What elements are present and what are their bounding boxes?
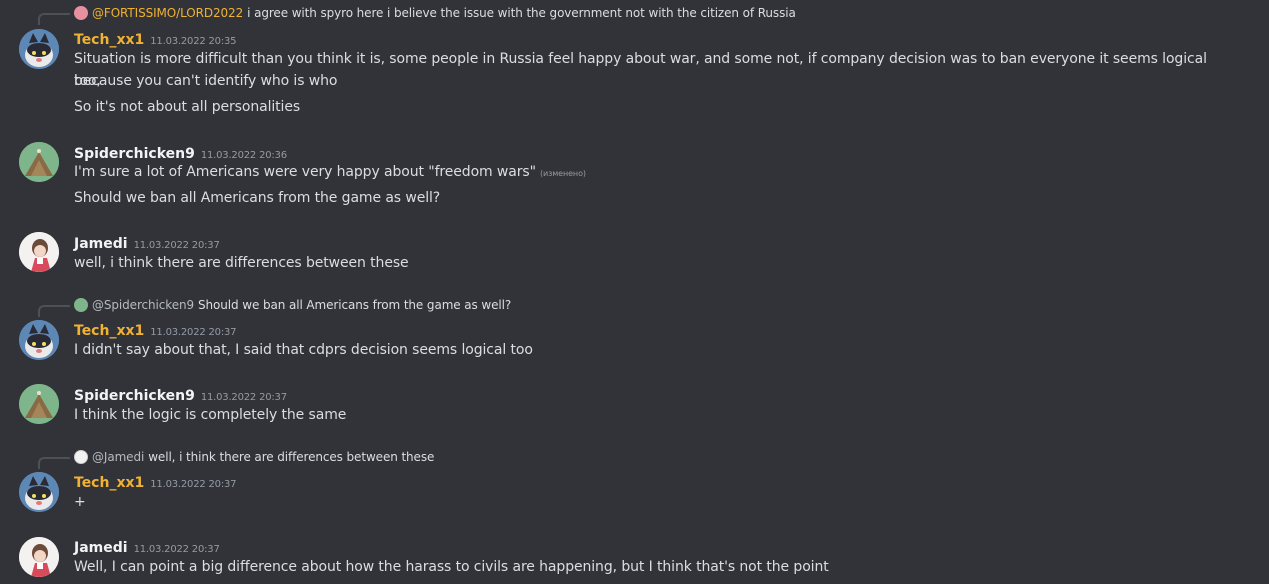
- avatar[interactable]: [19, 472, 59, 512]
- author-name[interactable]: Tech_xx1: [74, 32, 144, 48]
- message-text: well, i think there are differences betw…: [74, 255, 409, 271]
- reply-mention[interactable]: @FORTISSIMO/LORD2022: [92, 6, 243, 20]
- message-text: Should we ban all Americans from the gam…: [74, 190, 441, 206]
- timestamp: 11.03.2022 20:35: [150, 36, 237, 47]
- message-text: because you can't identify who is who: [74, 73, 338, 89]
- timestamp: 11.03.2022 20:37: [150, 479, 237, 490]
- timestamp: 11.03.2022 20:37: [133, 240, 220, 251]
- reply-mention[interactable]: @Spiderchicken9: [92, 298, 194, 312]
- avatar[interactable]: [19, 232, 59, 272]
- author-name[interactable]: Spiderchicken9: [74, 388, 195, 404]
- message-header: Jamedi 11.03.2022 20:37: [74, 233, 220, 252]
- avatar[interactable]: [19, 320, 59, 360]
- message-header: Jamedi 11.03.2022 20:37: [74, 537, 220, 556]
- reply-text: well, i think there are differences betw…: [148, 450, 435, 464]
- message-text: Well, I can point a big difference about…: [74, 559, 829, 575]
- message-header: Tech_xx1 11.03.2022 20:37: [74, 472, 237, 491]
- message-header: Spiderchicken9 11.03.2022 20:36: [74, 143, 287, 162]
- message-text: +: [74, 494, 86, 510]
- cat-avatar-icon: [19, 320, 59, 360]
- cat-avatar-icon: [19, 472, 59, 512]
- avatar[interactable]: [19, 537, 59, 577]
- anime-avatar-icon: [19, 232, 59, 272]
- author-name[interactable]: Spiderchicken9: [74, 146, 195, 162]
- cat-avatar-icon: [19, 29, 59, 69]
- message-header: Tech_xx1 11.03.2022 20:37: [74, 320, 237, 339]
- message-text: I think the logic is completely the same: [74, 407, 347, 423]
- mound-avatar-icon: [19, 384, 59, 424]
- reply-mention[interactable]: @Jamedi: [92, 450, 144, 464]
- author-name[interactable]: Tech_xx1: [74, 323, 144, 339]
- message-text: So it's not about all personalities: [74, 99, 301, 115]
- author-name[interactable]: Tech_xx1: [74, 475, 144, 491]
- timestamp: 11.03.2022 20:37: [150, 327, 237, 338]
- reply-connector: [38, 13, 70, 25]
- avatar[interactable]: [19, 142, 59, 182]
- timestamp: 11.03.2022 20:37: [133, 544, 220, 555]
- anime-avatar-icon: [19, 537, 59, 577]
- message-text: I didn't say about that, I said that cdp…: [74, 342, 533, 358]
- reply-text: Should we ban all Americans from the gam…: [198, 298, 512, 312]
- reply-preview[interactable]: @Spiderchicken9 Should we ban all Americ…: [74, 298, 511, 312]
- message-text-content: I'm sure a lot of Americans were very ha…: [74, 164, 536, 180]
- avatar[interactable]: [19, 29, 59, 69]
- message-header: Tech_xx1 11.03.2022 20:35: [74, 29, 237, 48]
- author-name[interactable]: Jamedi: [74, 540, 128, 556]
- author-name[interactable]: Jamedi: [74, 236, 128, 252]
- edited-label: (изменено): [539, 169, 586, 178]
- reply-text: i agree with spyro here i believe the is…: [247, 6, 796, 20]
- timestamp: 11.03.2022 20:36: [200, 150, 287, 161]
- reply-avatar-icon: [74, 6, 88, 20]
- message-header: Spiderchicken9 11.03.2022 20:37: [74, 385, 287, 404]
- reply-connector: [38, 457, 70, 469]
- reply-preview[interactable]: @FORTISSIMO/LORD2022 i agree with spyro …: [74, 6, 796, 20]
- reply-connector: [38, 305, 70, 317]
- message-text: I'm sure a lot of Americans were very ha…: [74, 161, 1224, 185]
- reply-avatar-icon: [74, 450, 88, 464]
- mound-avatar-icon: [19, 142, 59, 182]
- timestamp: 11.03.2022 20:37: [200, 392, 287, 403]
- reply-avatar-icon: [74, 298, 88, 312]
- reply-preview[interactable]: @Jamedi well, i think there are differen…: [74, 450, 434, 464]
- avatar[interactable]: [19, 384, 59, 424]
